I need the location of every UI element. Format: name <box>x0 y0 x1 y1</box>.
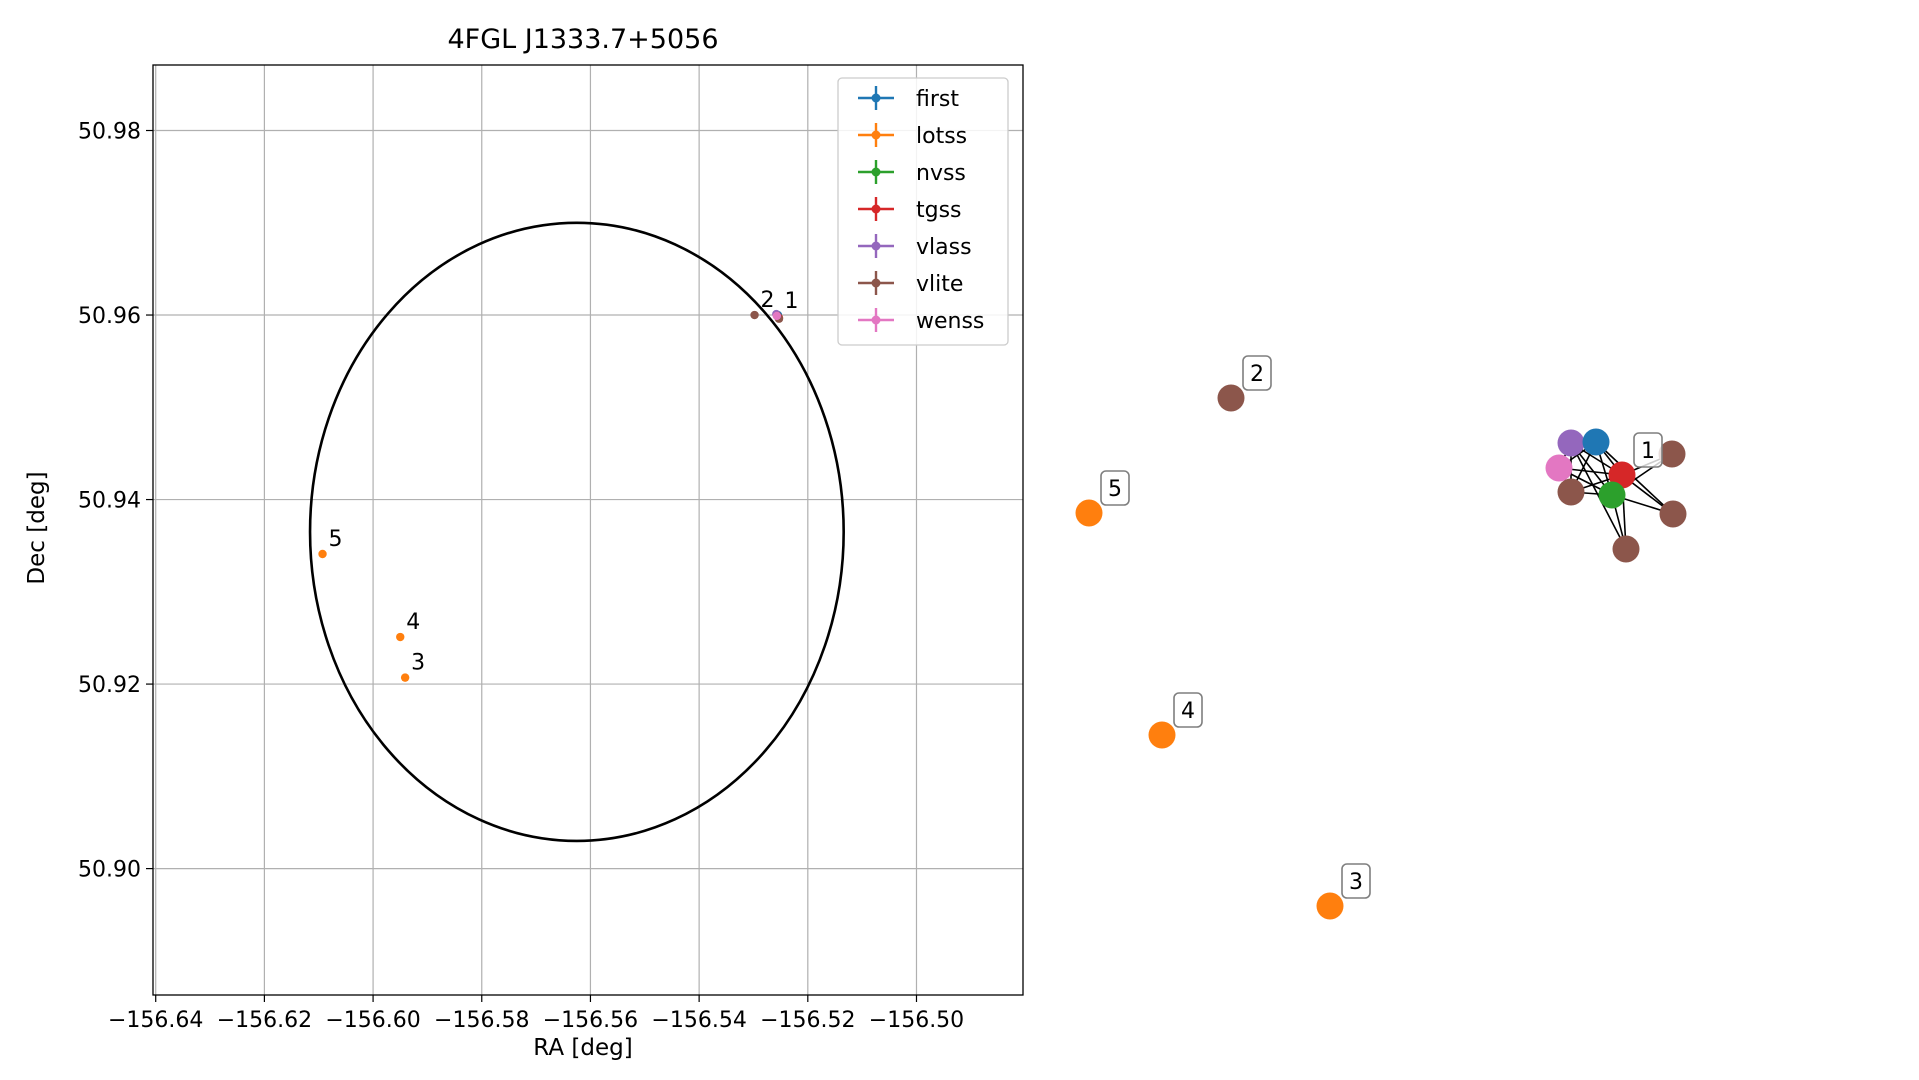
graph-node-vlite-d <box>1612 535 1640 563</box>
legend-label: first <box>916 87 959 112</box>
point-label: 1 <box>784 289 798 314</box>
graph-label-text: 4 <box>1181 699 1195 724</box>
graph-node-label: 1 <box>1633 432 1663 468</box>
x-tick-label: −156.64 <box>108 1008 203 1033</box>
graph-node-label: 5 <box>1100 470 1130 506</box>
y-tick-label: 50.94 <box>78 489 141 514</box>
point-vlite <box>750 310 759 320</box>
x-tick-label: −156.56 <box>543 1008 638 1033</box>
legend-label: tgss <box>916 198 962 223</box>
legend-marker-dot <box>871 315 881 325</box>
legend-label: lotss <box>916 124 967 149</box>
graph-node-label: 2 <box>1242 355 1272 391</box>
point-lotss <box>318 549 327 559</box>
legend-label: vlass <box>916 235 972 260</box>
y-tick-label: 50.96 <box>78 304 141 329</box>
graph-label-text: 5 <box>1108 477 1122 502</box>
scatter-panel: 12 3 4 5 −156.64 −156.62 −156.60 −156.58 −156.5… <box>24 24 1024 1061</box>
graph-label-text: 1 <box>1641 439 1655 464</box>
point-label: 2 <box>761 288 775 313</box>
legend-marker-dot <box>871 167 881 177</box>
graph-node-vlite-c <box>1659 500 1687 528</box>
legend-marker-dot <box>871 241 881 251</box>
legend-marker-dot <box>871 130 881 140</box>
figure: 12345 −156.64 −156.62 −156.60 −156.58 −156.5… <box>0 0 1919 1080</box>
legend-marker-dot <box>871 93 881 103</box>
legend-marker-dot <box>871 204 881 214</box>
x-tick-label: −156.62 <box>217 1008 312 1033</box>
y-tick-label: 50.92 <box>78 673 141 698</box>
legend-marker-dot <box>871 278 881 288</box>
point-label: 3 <box>411 651 425 676</box>
graph-node-label: 3 <box>1341 863 1371 899</box>
x-tick-label: −156.60 <box>325 1008 420 1033</box>
point-lotss <box>400 673 410 682</box>
point-label: 5 <box>329 527 343 552</box>
x-axis-label: RA [deg] <box>533 1035 632 1061</box>
graph-node-nvss <box>1598 481 1626 509</box>
y-axis-label: Dec [deg] <box>24 471 50 584</box>
graph-node-vlass <box>1557 429 1585 457</box>
x-tick-label: −156.58 <box>434 1008 529 1033</box>
graph-node-vlite-2 <box>1217 384 1245 412</box>
graph-node-first <box>1582 428 1610 456</box>
legend-label: nvss <box>916 161 966 186</box>
graph-node-lotss-5 <box>1075 499 1103 527</box>
graph-node-vlite-a <box>1557 478 1585 506</box>
legend-label: wenss <box>916 309 984 334</box>
graph-node-label: 4 <box>1173 692 1203 728</box>
graph-label-text: 3 <box>1349 870 1363 895</box>
x-tick-label: −156.50 <box>869 1008 964 1033</box>
point-lotss <box>396 632 405 642</box>
x-tick-label: −156.52 <box>760 1008 855 1033</box>
graph-node-wenss <box>1545 454 1573 482</box>
chart-title: 4FGL J1333.7+5056 <box>447 24 718 55</box>
graph-label-text: 2 <box>1250 362 1264 387</box>
graph-node-lotss-4 <box>1148 721 1176 749</box>
legend: first lotss nvss tgss vlass vlite wenss <box>837 77 1009 346</box>
y-tick-label: 50.90 <box>78 858 141 883</box>
x-tick-label: −156.54 <box>651 1008 746 1033</box>
legend-entry-wenss: wenss <box>858 308 984 334</box>
y-tick-label: 50.98 <box>78 120 141 145</box>
point-label: 4 <box>406 610 420 635</box>
legend-label: vlite <box>916 272 963 297</box>
graph-node-lotss-3 <box>1316 892 1344 920</box>
